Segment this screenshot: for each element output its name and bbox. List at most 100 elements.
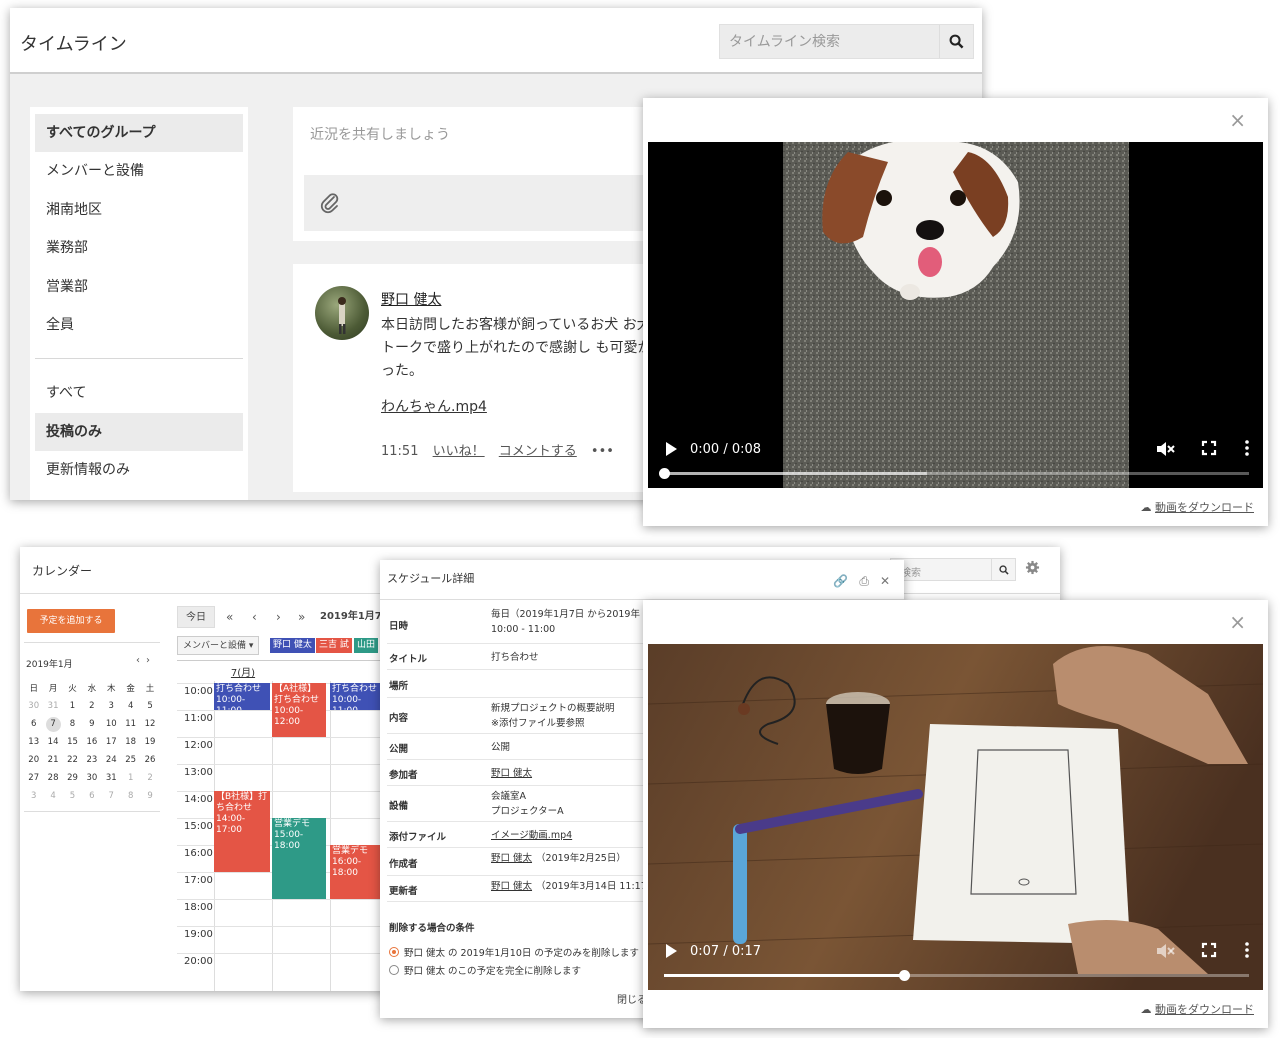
today-button[interactable]: 今日 (177, 606, 215, 628)
mini-calendar-day[interactable]: 3 (24, 787, 43, 805)
close-icon[interactable]: × (1229, 610, 1246, 634)
kebab-menu-icon[interactable] (1245, 440, 1249, 460)
mini-calendar-day[interactable]: 2 (140, 769, 159, 787)
mini-calendar-day[interactable]: 31 (43, 697, 62, 715)
video-progress-bar[interactable] (664, 970, 1249, 981)
hour-row[interactable]: 20:00 (177, 953, 397, 980)
member-chip[interactable]: 野口 健太 (270, 638, 315, 653)
next-day-button[interactable]: › (276, 606, 281, 628)
comment-button[interactable]: コメントする (499, 444, 577, 459)
attachment-area[interactable] (304, 175, 664, 231)
kebab-menu-icon[interactable] (1245, 942, 1249, 962)
day-header[interactable]: 7(月) (214, 664, 272, 679)
mini-calendar-day[interactable]: 1 (63, 697, 82, 715)
mini-calendar-day[interactable]: 14 (43, 733, 62, 751)
mini-calendar-day[interactable]: 19 (140, 733, 159, 751)
mini-calendar-day[interactable]: 12 (140, 715, 159, 733)
mini-calendar-day[interactable]: 5 (140, 697, 159, 715)
prev-week-button[interactable]: « (226, 606, 233, 628)
search-icon[interactable] (939, 25, 973, 58)
member-chip[interactable]: 山田 (354, 638, 379, 653)
fullscreen-icon[interactable] (1201, 942, 1217, 962)
prev-month-button[interactable]: ‹ (136, 655, 146, 666)
mini-calendar-day[interactable]: 30 (24, 697, 43, 715)
play-icon[interactable] (664, 441, 678, 461)
close-icon[interactable]: × (1229, 108, 1246, 132)
next-week-button[interactable]: » (298, 606, 305, 628)
filter-all[interactable]: すべて (35, 374, 243, 412)
delete-option-all[interactable]: 野口 健太 のこの予定を完全に削除します (389, 963, 581, 977)
mini-calendar-day[interactable]: 27 (24, 769, 43, 787)
mini-calendar-day[interactable]: 13 (24, 733, 43, 751)
mini-calendar-day[interactable]: 18 (121, 733, 140, 751)
post-composer[interactable]: 近況を共有しましょう (293, 107, 673, 241)
delete-option-single[interactable]: 野口 健太 の 2019年1月10日 の予定のみを削除します (389, 945, 639, 959)
hour-row[interactable]: 13:00 (177, 764, 397, 791)
mini-calendar-day[interactable]: 28 (43, 769, 62, 787)
hour-row[interactable]: 14:00 (177, 791, 397, 818)
mini-calendar-day[interactable]: 31 (102, 769, 121, 787)
hour-row[interactable]: 18:00 (177, 899, 397, 926)
close-icon[interactable]: ✕ (880, 574, 890, 588)
mini-calendar-day[interactable]: 16 (82, 733, 101, 751)
mini-calendar-day[interactable]: 1 (121, 769, 140, 787)
schedule-value-text[interactable]: 野口 健太 (491, 881, 532, 892)
mini-calendar-day[interactable]: 26 (140, 751, 159, 769)
mini-calendar-day[interactable]: 7 (102, 787, 121, 805)
attachment-link[interactable]: わんちゃん.mp4 (381, 396, 487, 416)
filter-posts-only[interactable]: 投稿のみ (35, 413, 243, 451)
post-author[interactable]: 野口 健太 (381, 289, 441, 309)
fullscreen-icon[interactable] (1201, 440, 1217, 460)
mute-icon[interactable] (1155, 440, 1175, 462)
progress-knob[interactable] (659, 468, 670, 479)
avatar[interactable] (315, 286, 369, 340)
hour-row[interactable]: 12:00 (177, 737, 397, 764)
filter-updates-only[interactable]: 更新情報のみ (35, 451, 243, 489)
search-input[interactable] (720, 25, 930, 58)
schedule-value-text[interactable]: イメージ動画.mp4 (491, 828, 572, 843)
mini-calendar-day[interactable]: 21 (43, 751, 62, 769)
mini-calendar-day[interactable]: 8 (63, 715, 82, 733)
mini-calendar-day[interactable]: 3 (102, 697, 121, 715)
mini-calendar-day[interactable]: 29 (63, 769, 82, 787)
video-player[interactable]: 0:00 / 0:08 (648, 142, 1263, 488)
mini-calendar-day[interactable]: 6 (82, 787, 101, 805)
progress-knob[interactable] (898, 970, 910, 981)
next-month-button[interactable]: › (146, 655, 156, 666)
mute-icon[interactable] (1155, 942, 1175, 964)
video-progress-bar[interactable] (659, 468, 1249, 479)
download-link[interactable]: ☁ 動画をダウンロード (1141, 499, 1255, 515)
radio-selected[interactable] (389, 947, 399, 957)
calendar-event[interactable]: 【A社様】打ち合わせ 10:00-12:00 (272, 683, 326, 737)
mini-calendar-day[interactable]: 20 (24, 751, 43, 769)
sidebar-item-shonan[interactable]: 湘南地区 (35, 191, 243, 229)
play-icon[interactable] (664, 943, 678, 963)
download-link[interactable]: ☁ 動画をダウンロード (1141, 1001, 1255, 1017)
calendar-event[interactable]: 【B社様】打ち合わせ 14:00-17:00 (214, 791, 270, 872)
video-player[interactable]: 0:07 / 0:17 (648, 644, 1263, 990)
mini-calendar-day[interactable]: 17 (102, 733, 121, 751)
mini-calendar-day[interactable]: 23 (82, 751, 101, 769)
mini-calendar-day[interactable]: 24 (102, 751, 121, 769)
add-event-button[interactable]: 予定を追加する (27, 609, 115, 633)
prev-day-button[interactable]: ‹ (252, 606, 257, 628)
mini-calendar-day[interactable]: 15 (63, 733, 82, 751)
sidebar-item-all-groups[interactable]: すべてのグループ (35, 114, 243, 152)
calendar-search-input[interactable]: 検索 (890, 558, 1016, 581)
mini-calendar-day[interactable]: 9 (82, 715, 101, 733)
mini-calendar-day[interactable]: 8 (121, 787, 140, 805)
mini-calendar-day[interactable]: 5 (63, 787, 82, 805)
calendar-event[interactable]: 打ち合わせ10:00-11:00 (214, 683, 270, 710)
mini-calendar-day[interactable]: 7 (43, 715, 62, 733)
gear-icon[interactable] (1025, 560, 1040, 579)
mini-calendar-day[interactable]: 4 (121, 697, 140, 715)
print-icon[interactable]: ⎙ (859, 574, 869, 588)
mini-calendar-day[interactable]: 22 (63, 751, 82, 769)
search-icon[interactable] (991, 559, 1015, 580)
sidebar-item-operations[interactable]: 業務部 (35, 229, 243, 267)
more-icon[interactable]: ••• (591, 444, 614, 459)
mini-calendar-day[interactable]: 9 (140, 787, 159, 805)
radio-unselected[interactable] (389, 965, 399, 975)
mini-calendar-day[interactable]: 10 (102, 715, 121, 733)
sidebar-item-members[interactable]: メンバーと設備 (35, 152, 243, 190)
